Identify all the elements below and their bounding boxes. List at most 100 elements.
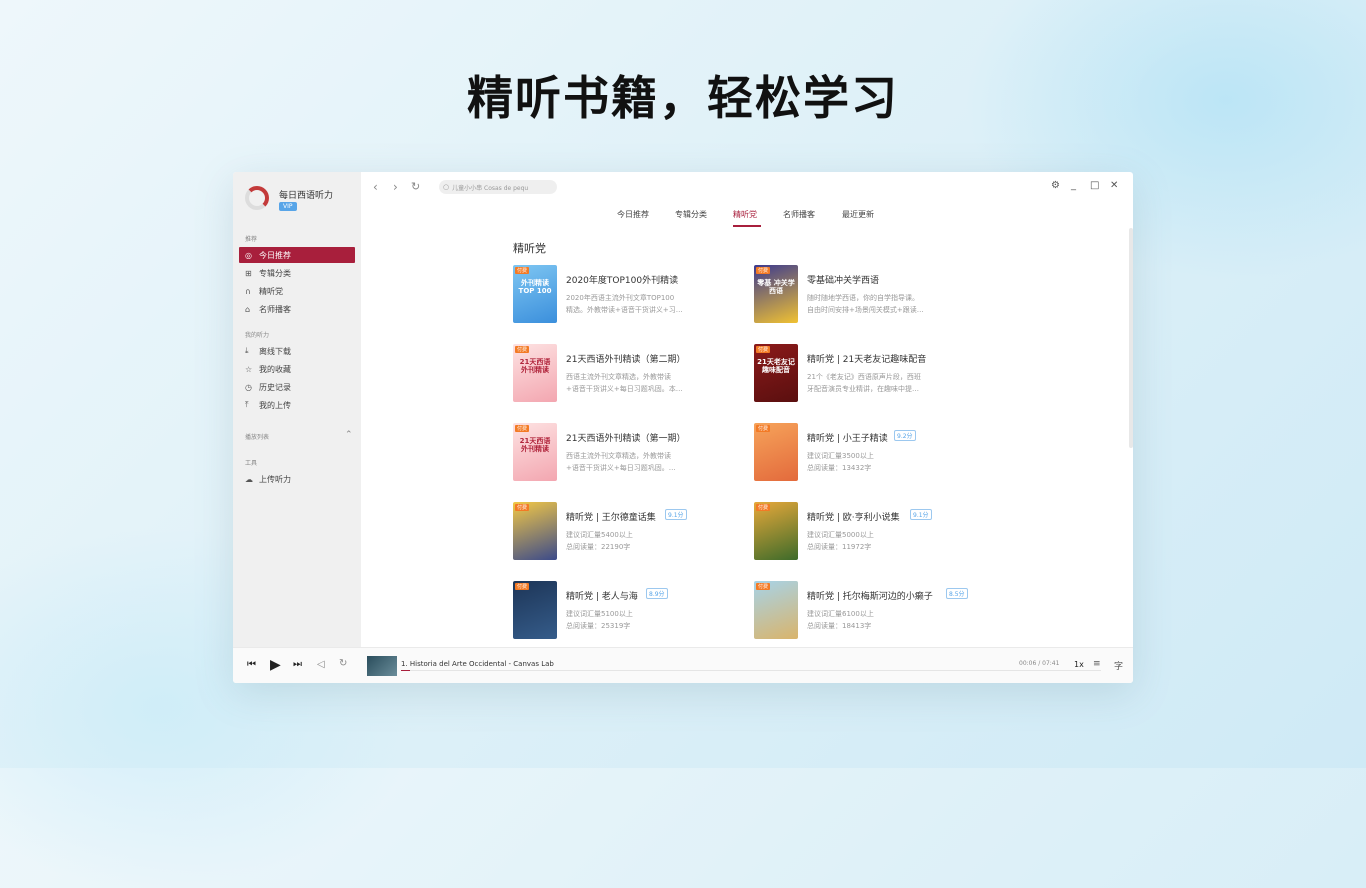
grid-icon: ⊞ [245,268,252,278]
app-window: 每日西语听力 VIP 推荐 ◎ 今日推荐 ⊞ 专辑分类 ∩ 精听党 ⌂ 名师播客… [233,172,1133,683]
cover-text: 零基 冲关学西语 [757,279,795,295]
chevron-up-icon[interactable]: ⌃ [345,430,353,440]
score-badge: 9.1分 [665,509,687,520]
sidebar-item-label: 精听党 [259,286,283,296]
album-desc: 2020年西语主流外刊文章TOP100 [566,294,675,302]
tab-intensive[interactable]: 精听党 [733,209,757,220]
album-desc: +语音干货讲义+每日习题巩固。… [566,464,676,472]
album-title: 21天西语外刊精读（第一期） [566,434,686,444]
tab-podcasts[interactable]: 名师播客 [783,209,815,220]
vip-badge: VIP [279,202,297,211]
album-desc: 建议词汇量5400以上 [566,531,633,539]
search-placeholder: 儿童小小串 Cosas de pequ [452,184,529,192]
sidebar-item-downloads[interactable]: ⤓ 离线下载 [239,343,355,359]
paid-tag: 付费 [756,583,771,590]
album-desc: 总阅读量：11972字 [807,543,872,551]
headphones-icon: ∩ [245,286,251,296]
score-badge: 8.9分 [646,588,668,599]
sidebar-item-categories[interactable]: ⊞ 专辑分类 [239,265,355,281]
album-desc: 建议词汇量3500以上 [807,452,874,460]
paid-tag: 付费 [515,583,530,590]
paid-tag: 付费 [515,267,530,274]
tab-today[interactable]: 今日推荐 [617,209,649,220]
album-card[interactable]: 付费 外刊精读 TOP 100 2020年度TOP100外刊精读 2020年西语… [513,265,743,325]
playlist-icon[interactable]: ≡ [1093,659,1101,669]
sidebar-item-podcasts[interactable]: ⌂ 名师播客 [239,301,355,317]
section-label-playlist[interactable]: 播放列表 [245,432,269,441]
progress-fill [401,670,411,671]
maximize-icon[interactable]: □ [1090,180,1099,191]
graduation-cap-icon: ⌂ [245,304,251,314]
section-label-my: 我的听力 [245,332,270,339]
sidebar-item-history[interactable]: ◷ 历史记录 [239,379,355,395]
player-bar: ⏮ ▶ ⏭ ◁ ↻ 1. Historia del Arte Occidenta… [233,647,1133,683]
sidebar-item-label: 专辑分类 [259,268,291,278]
album-desc: 建议词汇量5000以上 [807,531,874,539]
search-input[interactable]: ○ 儿童小小串 Cosas de pequ [439,180,557,194]
forward-icon[interactable]: › [393,180,398,194]
settings-icon[interactable]: ⚙ [1051,180,1060,191]
album-desc: 西语主流外刊文章精选，外教带读 [566,452,671,460]
album-cover: 付费 零基 冲关学西语 [754,265,798,323]
sidebar-item-label: 上传听力 [259,474,291,484]
back-icon[interactable]: ‹ [373,180,378,194]
cloud-upload-icon: ☁ [245,474,253,484]
album-card[interactable]: 付费 精听党 | 欧·亨利小说集 9.1分 建议词汇量5000以上 总阅读量：1… [754,502,984,562]
album-cover: 付费 [754,581,798,639]
tab-recent[interactable]: 最近更新 [842,209,874,220]
section-label-tools: 工具 [245,460,258,467]
app-name: 每日西语听力 [279,191,334,201]
progress-bar[interactable] [401,670,1101,671]
sidebar-item-intensive[interactable]: ∩ 精听党 [239,283,355,299]
cover-text: 外刊精读 TOP 100 [518,279,552,295]
album-card[interactable]: 付费 21天西语 外刊精读 21天西语外刊精读（第二期） 西语主流外刊文章精选，… [513,344,743,404]
album-desc: 精选。外教带读+语音干货讲义+习… [566,306,683,314]
album-card[interactable]: 付费 零基 冲关学西语 零基础冲关学西语 随时随地学西语，你的自学指导课。 自由… [754,265,984,325]
album-title: 精听党 | 托尔梅斯河边的小癞子 [807,592,933,602]
lyrics-toggle[interactable]: 字 [1114,659,1123,672]
section-title: 精听党 [513,242,546,255]
album-desc: 总阅读量：18413字 [807,622,872,630]
cover-text: 21天西语 外刊精读 [519,437,551,453]
paid-tag: 付费 [756,425,771,432]
album-card[interactable]: 付费 精听党 | 小王子精读 9.2分 建议词汇量3500以上 总阅读量：134… [754,423,984,483]
score-badge: 9.2分 [894,430,916,441]
album-card[interactable]: 付费 21天西语 外刊精读 21天西语外刊精读（第一期） 西语主流外刊文章精选，… [513,423,743,483]
album-card[interactable]: 付费 精听党 | 托尔梅斯河边的小癞子 8.5分 建议词汇量6100以上 总阅读… [754,581,984,641]
album-card[interactable]: 付费 精听党 | 王尔德童话集 9.1分 建议词汇量5400以上 总阅读量：22… [513,502,743,562]
paid-tag: 付费 [756,346,771,353]
scrollbar[interactable] [1129,228,1133,448]
album-desc: +语音干货讲义+每日习题巩固。本… [566,385,683,393]
album-title: 21天西语外刊精读（第二期） [566,355,686,365]
play-icon[interactable]: ▶ [270,657,281,673]
album-card[interactable]: 付费 21天老友记 趣味配音 精听党 | 21天老友记趣味配音 21个《老友记》… [754,344,984,404]
paid-tag: 付费 [756,504,771,511]
album-cover: 付费 外刊精读 TOP 100 [513,265,557,323]
sidebar-item-uploads[interactable]: ⤒ 我的上传 [239,397,355,413]
repeat-icon[interactable]: ↻ [339,658,347,669]
sidebar: 每日西语听力 VIP 推荐 ◎ 今日推荐 ⊞ 专辑分类 ∩ 精听党 ⌂ 名师播客… [233,172,361,647]
refresh-icon[interactable]: ↻ [411,180,420,193]
speed-button[interactable]: 1x [1074,660,1084,669]
paid-tag: 付费 [515,346,530,353]
sidebar-item-today[interactable]: ◎ 今日推荐 [239,247,355,263]
paid-tag: 付费 [515,425,530,432]
tab-categories[interactable]: 专辑分类 [675,209,707,220]
next-icon[interactable]: ⏭ [293,659,302,670]
sidebar-item-upload-listening[interactable]: ☁ 上传听力 [239,471,355,487]
album-cover: 付费 [513,502,557,560]
minimize-icon[interactable]: _ [1071,180,1076,191]
section-label-recommend: 推荐 [245,236,258,243]
paid-tag: 付费 [515,504,530,511]
previous-icon[interactable]: ⏮ [247,659,256,670]
album-desc: 牙配音演员专业精讲，在趣味中提… [807,385,919,393]
album-card[interactable]: 付费 精听党 | 老人与海 8.9分 建议词汇量5100以上 总阅读量：2531… [513,581,743,641]
album-cover: 付费 [513,581,557,639]
sidebar-item-label: 离线下载 [259,346,291,356]
album-title: 精听党 | 21天老友记趣味配音 [807,355,927,365]
sidebar-item-favorites[interactable]: ☆ 我的收藏 [239,361,355,377]
star-icon: ☆ [245,364,253,374]
close-icon[interactable]: ✕ [1110,180,1118,191]
volume-icon[interactable]: ◁ [317,659,325,670]
album-title: 零基础冲关学西语 [807,276,880,286]
